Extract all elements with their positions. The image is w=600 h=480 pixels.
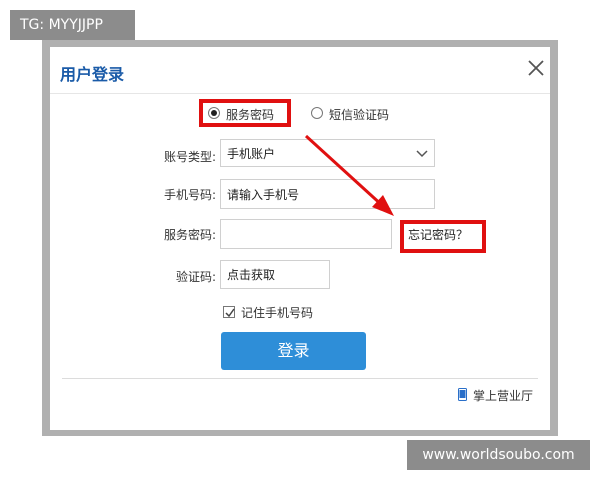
check-icon: [225, 308, 235, 318]
radio-label-sms-mode: 短信验证码: [329, 108, 390, 122]
password-input[interactable]: [220, 219, 392, 249]
remember-label: 记住手机号码: [241, 306, 314, 320]
login-dialog: 用户登录 服务密码 短信验证码 账号类型: 手机账户 手机号码: 请输入手机号 …: [50, 47, 550, 430]
phone-placeholder: 请输入手机号: [227, 187, 300, 202]
radio-sms-mode[interactable]: [311, 107, 323, 119]
radio-password-mode[interactable]: [208, 107, 220, 119]
title-divider: [50, 93, 550, 94]
radio-label-password-mode: 服务密码: [226, 108, 275, 122]
captcha-label: 验证码:: [175, 270, 216, 284]
forgot-password-link[interactable]: 忘记密码？: [408, 226, 468, 243]
account-type-value: 手机账户: [227, 146, 276, 161]
login-button[interactable]: 登录: [221, 332, 366, 370]
phone-label: 手机号码:: [163, 188, 216, 202]
account-type-select[interactable]: 手机账户: [220, 139, 435, 167]
captcha-button-label: 点击获取: [227, 268, 276, 282]
remember-checkbox[interactable]: [223, 306, 235, 318]
mobile-hall-link[interactable]: 掌上营业厅: [473, 387, 533, 404]
password-label: 服务密码:: [163, 228, 216, 242]
watermark-top: TG: MYYJJPP: [10, 10, 135, 40]
chevron-down-icon: [416, 150, 428, 158]
captcha-button[interactable]: 点击获取: [220, 260, 330, 289]
phone-icon: [458, 388, 467, 401]
account-type-label: 账号类型:: [163, 150, 216, 164]
close-icon[interactable]: [527, 59, 545, 77]
dialog-title: 用户登录: [60, 65, 125, 84]
watermark-bottom: www.worldsoubo.com: [407, 440, 590, 470]
footer-divider: [62, 378, 538, 379]
phone-input[interactable]: 请输入手机号: [220, 179, 435, 209]
